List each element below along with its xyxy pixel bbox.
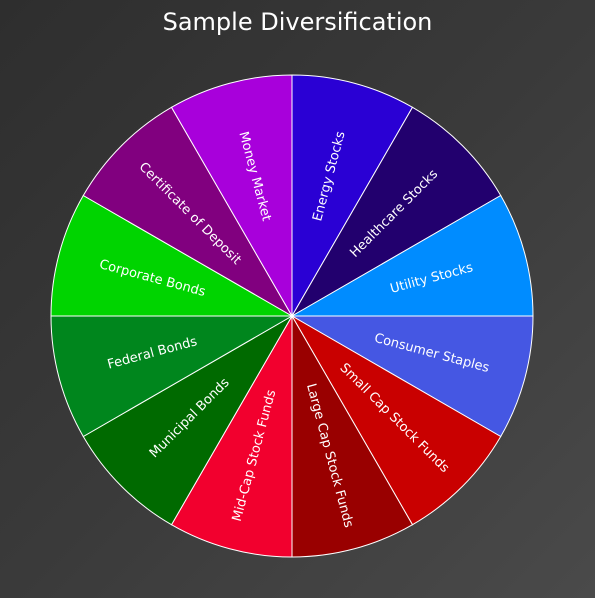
pie-slices [50,74,534,558]
pie-chart: Energy StocksHealthcare StocksUtility St… [50,74,534,558]
